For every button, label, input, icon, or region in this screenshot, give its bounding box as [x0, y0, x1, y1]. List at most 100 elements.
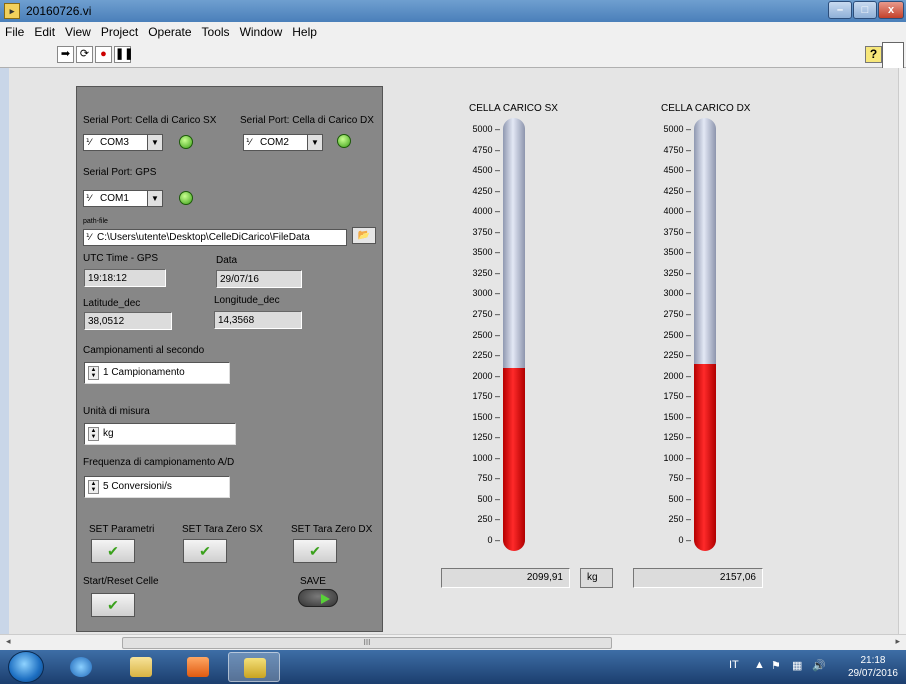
taskbar: IT ▲ ⚑ ▦ 🔊 21:18 29/07/2016 — [0, 650, 906, 684]
spinner-icon[interactable]: ▲ ▼ — [88, 480, 99, 494]
taskbar-media[interactable] — [172, 652, 224, 682]
latitude-value: 38,0512 — [84, 312, 172, 330]
menu-window[interactable]: Window — [235, 22, 288, 39]
scroll-thumb[interactable]: III — [122, 637, 612, 649]
spinner-icon[interactable]: ▲ ▼ — [88, 427, 99, 441]
title-bar: ▸ 20160726.vi – □ x — [0, 0, 906, 22]
menu-project[interactable]: Project — [96, 22, 143, 39]
serial-sx-select[interactable]: ⅟ COM3 ▼ — [83, 134, 163, 151]
dx-tick-label: 4250 – — [663, 185, 691, 196]
sx-tick-label: 2250 – — [472, 350, 500, 361]
status-led-sx — [179, 135, 193, 149]
scroll-left-icon[interactable]: ◂ — [6, 636, 11, 647]
dx-tick-label: 0 – — [678, 535, 691, 545]
serial-gps-select[interactable]: ⅟ COM1 ▼ — [83, 190, 163, 207]
menu-bar: File Edit View Project Operate Tools Window Hel… — [0, 22, 906, 42]
visa-icon: ⅟ — [86, 137, 92, 147]
dropdown-arrow-icon[interactable]: ▼ — [307, 135, 322, 150]
save-button[interactable] — [298, 589, 338, 607]
sx-tick-label: 2500 – — [472, 329, 500, 340]
menu-file[interactable]: File — [0, 22, 29, 39]
sx-tick-label: 5000 – — [472, 124, 500, 134]
dx-tick-label: 250 – — [668, 514, 691, 525]
latitude-label: Latitude_dec — [83, 298, 141, 309]
sx-tick-label: 1500 – — [472, 411, 500, 422]
close-button[interactable]: x — [878, 1, 904, 19]
language-indicator[interactable]: IT — [729, 659, 739, 671]
frequenza-select[interactable]: ▲ ▼ 5 Conversioni/s — [84, 476, 230, 498]
dx-tick-label: 3500 – — [663, 247, 691, 258]
dx-numeric-value: 2157,06 — [633, 568, 763, 588]
dx-tick-label: 2250 – — [663, 350, 691, 361]
run-arrow-icon[interactable]: ➡ — [57, 46, 74, 63]
show-hidden-icons-icon[interactable]: ▲ — [754, 659, 765, 671]
pause-icon[interactable]: ❚❚ — [114, 46, 133, 63]
clock-date: 29/07/2016 — [847, 668, 898, 679]
set-tara-dx-button[interactable]: ✔ — [293, 539, 337, 563]
abort-icon[interactable]: ● — [95, 46, 112, 63]
menu-edit[interactable]: Edit — [29, 22, 60, 39]
scroll-right-icon[interactable]: ▸ — [895, 636, 900, 647]
menu-view[interactable]: View — [60, 22, 96, 39]
status-led-gps — [179, 191, 193, 205]
date-value: 29/07/16 — [216, 270, 302, 288]
action-center-icon[interactable]: ⚑ — [771, 659, 781, 672]
set-parametri-button[interactable]: ✔ — [91, 539, 135, 563]
toolbar: ➡ ⟳ ● ❚❚ ? — [0, 42, 906, 70]
context-help-button[interactable]: ? — [865, 46, 882, 63]
path-file-label: path-file — [83, 218, 108, 225]
sx-tick-label: 3250 – — [472, 267, 500, 278]
network-icon[interactable]: ▦ — [792, 659, 802, 672]
campionamenti-select[interactable]: ▲ ▼ 1 Campionamento — [84, 362, 230, 384]
dx-tick-label: 2000 – — [663, 370, 691, 381]
dx-tick-label: 1000 – — [663, 452, 691, 463]
dropdown-arrow-icon[interactable]: ▼ — [147, 191, 162, 206]
taskbar-explorer[interactable] — [115, 652, 167, 682]
taskbar-ie[interactable] — [55, 652, 107, 682]
sx-tick-label: 1000 – — [472, 452, 500, 463]
serial-dx-select[interactable]: ⅟ COM2 ▼ — [243, 134, 323, 151]
horizontal-scrollbar[interactable]: ◂ III ▸ — [0, 634, 906, 650]
dx-tick-label: 3750 – — [663, 226, 691, 237]
start-button[interactable] — [8, 651, 44, 683]
sx-tick-label: 1250 – — [472, 432, 500, 443]
browse-folder-icon[interactable]: 📂 — [352, 227, 376, 244]
serial-gps-label: Serial Port: GPS — [83, 167, 157, 178]
taskbar-labview[interactable] — [228, 652, 280, 682]
dx-tick-label: 3000 – — [663, 288, 691, 299]
thermo-sx-fill — [503, 368, 525, 551]
sx-tick-label: 0 – — [487, 535, 500, 545]
labview-icon — [244, 658, 266, 678]
dx-tick-label: 3250 – — [663, 267, 691, 278]
menu-tools[interactable]: Tools — [197, 22, 235, 39]
dropdown-arrow-icon[interactable]: ▼ — [147, 135, 162, 150]
dx-tick-label: 4000 – — [663, 206, 691, 217]
unita-select[interactable]: ▲ ▼ kg — [84, 423, 236, 445]
menu-help[interactable]: Help — [287, 22, 322, 39]
media-player-icon — [187, 657, 209, 677]
dx-tick-label: 5000 – — [663, 124, 691, 134]
spinner-icon[interactable]: ▲ ▼ — [88, 366, 99, 380]
system-clock[interactable]: 21:18 29/07/2016 — [848, 654, 898, 680]
window-title: 20160726.vi — [26, 4, 92, 18]
dx-tick-label: 2750 – — [663, 308, 691, 319]
set-tara-sx-label: SET Tara Zero SX — [182, 524, 263, 535]
run-continuously-icon[interactable]: ⟳ — [76, 46, 93, 63]
unita-label: Unità di misura — [83, 406, 150, 417]
sx-tick-label: 4000 – — [472, 206, 500, 217]
dx-tick-label: 500 – — [668, 493, 691, 504]
thermo-sx-title: CELLA CARICO SX — [469, 103, 558, 114]
visa-icon: ⅟ — [86, 193, 92, 203]
set-tara-sx-button[interactable]: ✔ — [183, 539, 227, 563]
vertical-scrollbar[interactable] — [898, 68, 906, 634]
dx-tick-label: 4750 – — [663, 144, 691, 155]
sx-tick-label: 250 – — [477, 514, 500, 525]
sx-numeric-value: 2099,91 — [441, 568, 570, 588]
maximize-button[interactable]: □ — [853, 1, 877, 19]
menu-operate[interactable]: Operate — [143, 22, 196, 39]
start-reset-button[interactable]: ✔ — [91, 593, 135, 617]
path-file-input[interactable]: ⅟ C:\Users\utente\Desktop\CelleDiCarico\F… — [83, 229, 347, 246]
volume-icon[interactable]: 🔊 — [812, 659, 826, 672]
sx-tick-label: 2000 – — [472, 370, 500, 381]
minimize-button[interactable]: – — [828, 1, 852, 19]
